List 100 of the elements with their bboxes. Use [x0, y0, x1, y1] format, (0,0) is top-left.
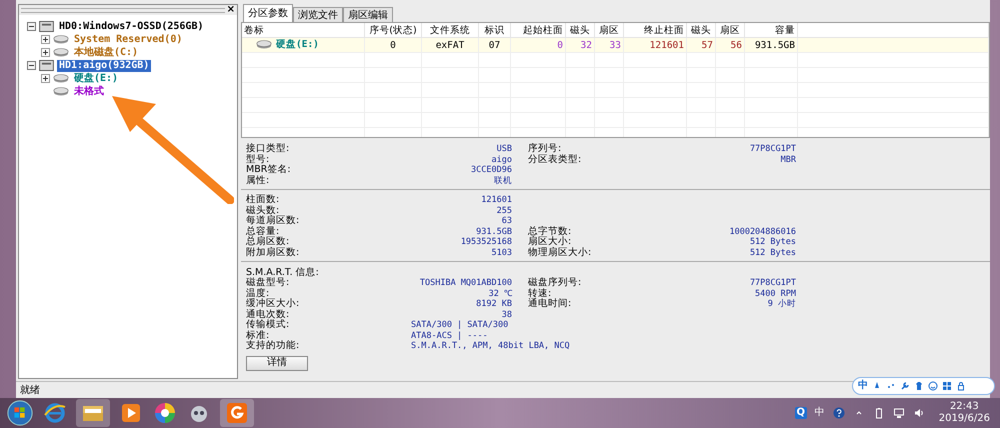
disk-tool-icon[interactable] [224, 401, 250, 425]
field-label: 附加扇区数: [246, 248, 300, 258]
table-cell: 33 [610, 40, 621, 50]
drive-icon [53, 35, 69, 44]
table-cell: 56 [730, 40, 742, 50]
table-cell: 0 [390, 40, 396, 50]
pen-icon[interactable] [872, 381, 882, 391]
field-label: 通电次数: [246, 310, 290, 320]
field-value: 9 小时 [766, 299, 796, 310]
volume-icon[interactable] [912, 407, 925, 419]
tab[interactable]: 浏览文件 [293, 7, 343, 22]
table-cell: 32 [580, 40, 592, 50]
field-label: 总字节数: [527, 226, 572, 236]
field-value: 3CCE0D96 [470, 165, 512, 176]
tree-item[interactable]: HD0:Windows7-OSSD(256GB) [57, 20, 206, 32]
field-value: 38 [500, 310, 512, 320]
field-label: 磁头数: [246, 206, 280, 216]
table-cell: 硬盘(E:) [276, 38, 319, 51]
field-label: 转速: [527, 288, 552, 298]
field-value: 77P8CG1PT [748, 144, 796, 154]
field-label: 接口类型: [246, 144, 290, 154]
network-icon[interactable] [892, 407, 905, 419]
field-label: 每道扇区数: [246, 216, 300, 226]
tree-item[interactable]: HD1:aigo(932GB) [57, 60, 152, 72]
field-value: 8192 KB [475, 299, 512, 310]
field-value: 931.5GB [475, 226, 512, 237]
wrench-icon[interactable] [900, 381, 910, 391]
field-value: 77P8CG1PT [748, 278, 796, 288]
expand-toggle-icon[interactable] [41, 35, 50, 44]
drive-icon [256, 40, 272, 49]
lock-icon[interactable] [956, 381, 966, 391]
tree-item[interactable]: 硬盘(E:) [72, 72, 120, 84]
field-value: 联机 [493, 176, 512, 186]
field-label: 通电时间: [527, 299, 572, 310]
field-label: 柱面数: [246, 195, 280, 205]
field-label: 序列号: [527, 144, 562, 154]
field-label: 温度: [246, 288, 270, 298]
dots-icon[interactable] [886, 381, 896, 391]
ime-indicator[interactable]: 中 [814, 407, 825, 419]
field-label: 扇区大小: [527, 237, 572, 247]
table-cell: 57 [702, 40, 713, 50]
details-button[interactable]: 详情 [246, 356, 308, 370]
field-label: 磁盘型号: [246, 278, 290, 288]
field-value: 63 [500, 216, 512, 226]
field-label: 支持的功能: [246, 341, 300, 352]
smiley-icon[interactable] [928, 381, 938, 391]
field-label: MBR签名: [246, 165, 292, 175]
help-icon[interactable] [832, 407, 845, 419]
field-value: 512 Bytes [748, 237, 796, 248]
field-value: 32 ℃ [488, 288, 512, 299]
section-title: S.M.A.R.T. 信息: [246, 267, 320, 278]
browser-icon[interactable] [42, 401, 68, 425]
table-cell: 0 [557, 40, 563, 50]
tab[interactable]: 扇区编辑 [343, 7, 393, 22]
field-value: ATA8-ACS | ---- [410, 330, 488, 341]
field-value: 255 [496, 206, 512, 216]
status-text: 就绪 [20, 384, 40, 397]
tray-app-icon[interactable]: Q [794, 407, 807, 419]
field-value: aigo [490, 154, 512, 165]
field-value: TOSHIBA MQ01ABD100 [418, 278, 512, 288]
shirt-icon[interactable] [914, 381, 924, 391]
collapse-toggle-icon[interactable] [27, 22, 36, 31]
field-value: USB [496, 144, 512, 154]
table-cell: 121601 [650, 40, 684, 50]
field-label: 总容量: [246, 226, 280, 236]
expand-toggle-icon[interactable] [41, 74, 50, 83]
field-value: 5103 [490, 248, 512, 258]
field-label: 属性: [246, 176, 270, 186]
tab[interactable]: 分区参数 [243, 4, 293, 22]
field-value: 1000204886016 [728, 226, 796, 237]
color-wheel-icon[interactable] [152, 401, 178, 425]
field-value: 121601 [480, 195, 512, 206]
collapse-toggle-icon[interactable] [27, 61, 36, 70]
field-label: 总扇区数: [246, 237, 290, 247]
field-value: 1953525168 [460, 237, 512, 248]
tree-item[interactable]: System Reserved(0) [72, 34, 184, 46]
ime-language-button[interactable]: 中 [858, 380, 868, 392]
field-value: 5400 RPM [754, 288, 796, 299]
field-value: MBR [780, 154, 796, 165]
field-label: 型号: [246, 154, 270, 164]
clock[interactable]: 22:43 2019/6/26 [932, 401, 1000, 425]
field-label: 分区表类型: [527, 154, 582, 165]
field-label: 磁盘序列号: [527, 278, 582, 288]
start-button[interactable] [6, 399, 34, 427]
field-label: 物理扇区大小: [527, 248, 592, 258]
expand-toggle-icon[interactable] [41, 48, 50, 57]
drive-icon [53, 74, 69, 83]
close-button[interactable]: × [226, 5, 235, 15]
drive-icon [53, 48, 69, 57]
field-value: SATA/300 | SATA/300 [410, 320, 508, 330]
table-cell: exFAT [436, 40, 464, 50]
grid-icon[interactable] [942, 381, 952, 391]
drive-icon [53, 87, 69, 96]
field-label: 标准: [246, 330, 270, 340]
field-label: 缓冲区大小: [246, 299, 300, 309]
tree-item[interactable]: 未格式 [72, 86, 106, 98]
table-cell: 07 [488, 40, 500, 50]
field-value: S.M.A.R.T., APM, 48bit LBA, NCQ [410, 341, 570, 352]
tree-item[interactable]: 本地磁盘(C:) [72, 46, 140, 58]
field-value: 512 Bytes [748, 248, 796, 258]
